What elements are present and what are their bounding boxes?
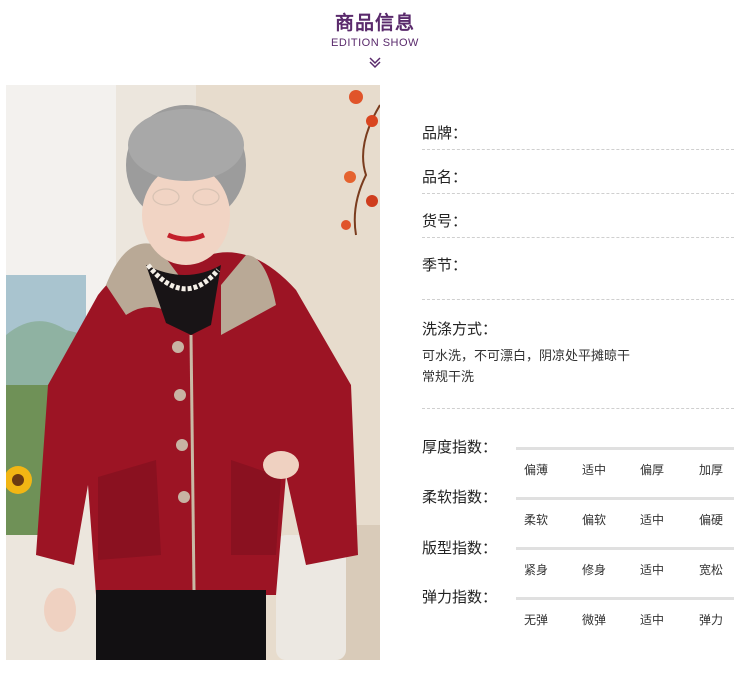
spec-name-label: 品名： bbox=[422, 168, 468, 186]
wash-method-label: 洗涤方式： bbox=[422, 320, 498, 338]
spec-sku-label: 货号： bbox=[422, 212, 468, 230]
spec-season-label: 季节： bbox=[422, 256, 468, 274]
section-header: 商品信息 EDITION SHOW bbox=[0, 0, 750, 80]
fit-index-bar bbox=[516, 547, 734, 550]
fit-option: 宽松 bbox=[698, 563, 723, 577]
fit-option: 紧身 bbox=[523, 563, 548, 577]
elasticity-index-bar bbox=[516, 597, 734, 600]
elasticity-option: 适中 bbox=[639, 613, 664, 627]
spec-divider bbox=[422, 299, 734, 300]
section-title: 商品信息 bbox=[334, 12, 415, 34]
softness-index-bar bbox=[516, 497, 734, 500]
thickness-index-label: 厚度指数： bbox=[422, 438, 498, 456]
elasticity-index-label: 弹力指数： bbox=[422, 588, 498, 606]
wash-instruction-line1: 可水洗，不可漂白，阴凉处平摊晾干 bbox=[422, 349, 631, 364]
chevron-down-icon bbox=[369, 57, 381, 69]
elasticity-option: 微弹 bbox=[581, 613, 606, 627]
softness-option: 偏硬 bbox=[698, 513, 723, 527]
thickness-option: 适中 bbox=[581, 463, 606, 477]
elasticity-option: 弹力 bbox=[698, 613, 723, 627]
model-wearing-red-hooded-jacket-photo bbox=[6, 85, 380, 660]
fit-option: 适中 bbox=[639, 563, 664, 577]
spec-divider bbox=[422, 237, 734, 238]
softness-option: 柔软 bbox=[523, 513, 548, 527]
spec-divider bbox=[422, 149, 734, 150]
elasticity-option: 无弹 bbox=[523, 613, 548, 627]
thickness-option: 加厚 bbox=[698, 463, 723, 477]
softness-option: 偏软 bbox=[581, 513, 606, 527]
fit-index-label: 版型指数： bbox=[422, 539, 498, 557]
softness-index-label: 柔软指数： bbox=[422, 488, 498, 506]
softness-option: 适中 bbox=[639, 513, 664, 527]
thickness-index-bar bbox=[516, 447, 734, 450]
wash-instruction-line2: 常规干洗 bbox=[422, 370, 475, 385]
thickness-option: 偏薄 bbox=[523, 463, 548, 477]
section-subtitle: EDITION SHOW bbox=[331, 37, 419, 49]
spec-divider bbox=[422, 408, 734, 409]
spec-brand-label: 品牌： bbox=[422, 124, 468, 142]
fit-option: 修身 bbox=[581, 563, 606, 577]
thickness-option: 偏厚 bbox=[639, 463, 664, 477]
product-photo bbox=[6, 85, 380, 660]
spec-divider bbox=[422, 193, 734, 194]
